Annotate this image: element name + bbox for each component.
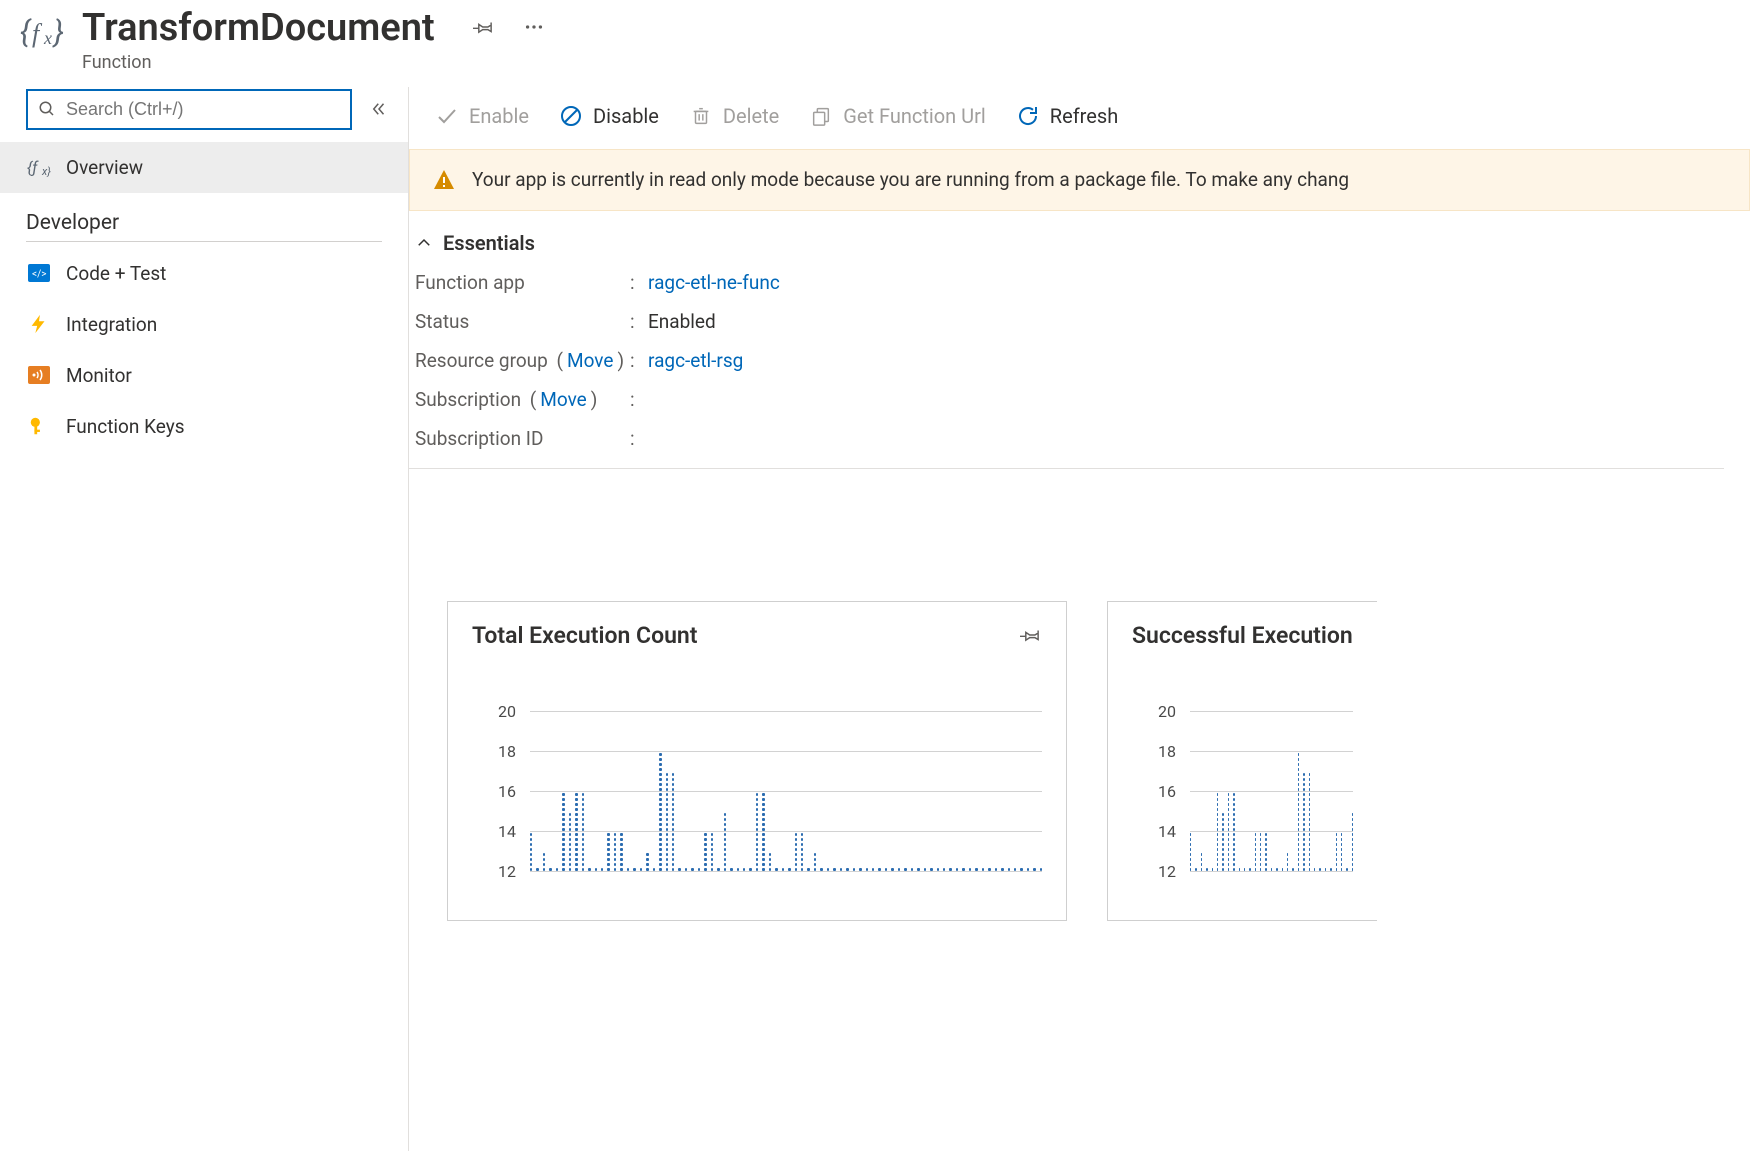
chart-card-successful-execution: Successful Execution C 1214161820 — [1107, 601, 1377, 921]
refresh-button[interactable]: Refresh — [1016, 104, 1118, 128]
sidebar: {ƒx} Overview Developer </> Code + Test … — [0, 87, 408, 1151]
essentials-label: Function app — [415, 271, 630, 294]
svg-text:x}: x} — [41, 165, 51, 178]
check-icon — [435, 104, 459, 128]
sidebar-item-overview[interactable]: {ƒx} Overview — [0, 142, 408, 193]
sidebar-item-label: Function Keys — [66, 415, 185, 438]
svg-text:{: { — [20, 15, 32, 50]
move-subscription-link[interactable]: Move — [540, 388, 586, 411]
move-resource-group-link[interactable]: Move — [567, 349, 613, 372]
lightning-icon — [26, 311, 52, 337]
prohibit-icon — [559, 104, 583, 128]
sidebar-item-function-keys[interactable]: Function Keys — [0, 401, 408, 452]
essentials-label: Subscription ID — [415, 427, 630, 450]
delete-button: Delete — [689, 104, 779, 128]
monitor-icon — [26, 362, 52, 388]
sidebar-group-developer: Developer — [26, 211, 382, 242]
chart-plot-area: 1214161820 — [1142, 711, 1353, 871]
copy-icon — [809, 104, 833, 128]
toolbar-label: Delete — [723, 104, 779, 128]
banner-text: Your app is currently in read only mode … — [472, 168, 1349, 191]
page-subtitle: Function — [82, 52, 435, 73]
toolbar-label: Get Function Url — [843, 104, 986, 128]
main-content: Enable Disable Delete — [408, 87, 1750, 1151]
refresh-icon — [1016, 104, 1040, 128]
chart-plot-area: 1214161820 — [482, 711, 1042, 871]
essentials-heading: Essentials — [443, 231, 535, 255]
status-value: Enabled — [648, 310, 716, 333]
page-header: { f x } TransformDocument Function — [0, 0, 1750, 87]
sidebar-item-label: Monitor — [66, 364, 132, 387]
chart-card-total-execution: Total Execution Count 1214161820 — [447, 601, 1067, 921]
essentials-row-resource-group: Resource group (Move) : ragc-etl-rsg — [415, 349, 1724, 372]
svg-text:</>: </> — [32, 269, 46, 280]
readonly-warning-banner: Your app is currently in read only mode … — [409, 149, 1750, 211]
chart-title: Successful Execution C — [1132, 622, 1353, 649]
sidebar-item-code-test[interactable]: </> Code + Test — [0, 248, 408, 299]
pin-chart-button[interactable] — [1020, 624, 1042, 646]
function-app-link[interactable]: ragc-etl-ne-func — [648, 271, 780, 294]
command-bar: Enable Disable Delete — [409, 87, 1750, 149]
essentials-toggle[interactable]: Essentials — [409, 231, 1724, 255]
code-icon: </> — [26, 260, 52, 286]
toolbar-label: Enable — [469, 104, 529, 128]
chevron-up-icon — [415, 234, 433, 252]
resource-group-link[interactable]: ragc-etl-rsg — [648, 349, 743, 372]
toolbar-label: Refresh — [1050, 104, 1118, 128]
warning-icon — [432, 168, 456, 192]
sidebar-search[interactable] — [26, 89, 352, 130]
get-function-url-button: Get Function Url — [809, 104, 986, 128]
pin-button[interactable] — [473, 16, 495, 38]
essentials-row-subscription: Subscription (Move) : — [415, 388, 1724, 411]
collapse-sidebar-button[interactable] — [366, 96, 392, 122]
key-icon — [26, 413, 52, 439]
svg-text:f: f — [32, 19, 43, 48]
page-title: TransformDocument — [82, 8, 435, 50]
essentials-label: Status — [415, 310, 630, 333]
svg-text:{ƒ: {ƒ — [27, 158, 39, 177]
sidebar-item-monitor[interactable]: Monitor — [0, 350, 408, 401]
enable-button: Enable — [435, 104, 529, 128]
search-icon — [38, 100, 56, 118]
sidebar-item-integration[interactable]: Integration — [0, 299, 408, 350]
disable-button[interactable]: Disable — [559, 104, 659, 128]
sidebar-item-label: Integration — [66, 313, 157, 336]
trash-icon — [689, 104, 713, 128]
essentials-row-subscription-id: Subscription ID : — [415, 427, 1724, 450]
chart-title: Total Execution Count — [472, 622, 698, 649]
more-button[interactable] — [523, 16, 545, 38]
sidebar-item-label: Overview — [66, 156, 143, 179]
sidebar-item-label: Code + Test — [66, 262, 166, 285]
search-input[interactable] — [66, 99, 340, 120]
function-fx-icon: { f x } — [18, 8, 66, 56]
function-fx-small-icon: {ƒx} — [26, 154, 52, 180]
toolbar-label: Disable — [593, 104, 659, 128]
essentials-label: Subscription (Move) — [415, 388, 630, 411]
svg-text:}: } — [52, 15, 64, 50]
essentials-row-status: Status : Enabled — [415, 310, 1724, 333]
essentials-label: Resource group (Move) — [415, 349, 630, 372]
essentials-row-function-app: Function app : ragc-etl-ne-func — [415, 271, 1724, 294]
svg-text:x: x — [43, 28, 52, 48]
